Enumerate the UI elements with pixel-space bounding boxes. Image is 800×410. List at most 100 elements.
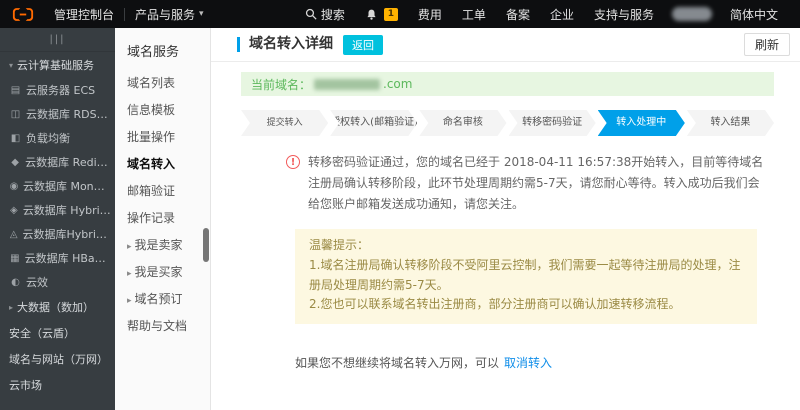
menu-item-label: 信息模板	[127, 103, 176, 117]
sidebar-item[interactable]: 安全（云盾）	[0, 320, 115, 346]
sidebar-item[interactable]: ▾ 云计算基础服务	[0, 52, 115, 78]
sidebar-item-label: 云服务器 ECS	[26, 84, 96, 97]
caret-icon: ▸	[127, 242, 132, 252]
search-button[interactable]: 搜索	[295, 0, 355, 28]
menu-item[interactable]: ▸ 域名预订	[115, 286, 210, 313]
topbar-right: 搜索 1 费用 工单 备案 企业 支持与服务 简体中文	[295, 0, 800, 28]
cancel-row: 如果您不想继续将域名转入万网，可以 取消转入	[295, 354, 800, 371]
topbar-left: 管理控制台 产品与服务 ▾	[0, 0, 214, 28]
topbar-nav-item[interactable]: 备案	[496, 0, 540, 28]
products-menu[interactable]: 产品与服务 ▾	[125, 0, 214, 28]
tip-title: 温馨提示：	[309, 238, 370, 252]
menu-item[interactable]: 域名列表	[115, 70, 210, 97]
sidebar-item[interactable]: ◉云数据库 MongoDB 版	[0, 174, 115, 198]
progress-step: 转入结果	[687, 110, 774, 136]
aliyun-logo-icon[interactable]	[0, 7, 44, 22]
product-icon: ◫	[10, 108, 21, 120]
menu-item-label: 帮助与文档	[127, 319, 188, 333]
sidebar-item[interactable]: ▸ 大数据（数加）	[0, 294, 115, 320]
menu-item-label: 我是买家	[134, 265, 183, 279]
menu-item[interactable]: 信息模板	[115, 97, 210, 124]
chevron-down-icon: ▾	[199, 9, 204, 19]
product-icon: ◬	[9, 228, 18, 240]
sidebar-collapse-handle[interactable]: |||	[0, 28, 115, 52]
progress-step: 转移密码验证	[509, 110, 596, 136]
notifications-button[interactable]: 1	[355, 0, 408, 28]
sidebar-item-label: 云数据库HybridDB fo...	[22, 228, 111, 241]
domain-suffix: .com	[383, 77, 413, 91]
menu-item-label: 批量操作	[127, 130, 176, 144]
menu-scrollbar-thumb[interactable]	[203, 228, 209, 262]
sidebar-item-label: 云数据库 MongoDB 版	[22, 180, 111, 193]
menu-item-label: 域名列表	[127, 76, 176, 90]
menu-title: 域名服务	[127, 45, 180, 60]
products-menu-label: 产品与服务	[135, 7, 196, 22]
menu-item-label: 邮箱验证	[127, 184, 176, 198]
product-icon: ◆	[11, 156, 19, 168]
product-icon: ▤	[10, 84, 21, 96]
sidebar-item[interactable]: ◆ 云数据库 Redis 版	[0, 150, 115, 174]
progress-step: 授权转入(邮箱验证)	[330, 110, 417, 136]
menu-item-label: 域名预订	[134, 292, 183, 306]
avatar[interactable]	[671, 7, 712, 21]
sidebar-item[interactable]: ◬ 云数据库HybridDB fo...	[0, 222, 115, 246]
product-icon: ◉	[9, 180, 19, 192]
sidebar-item[interactable]: ▤ 云服务器 ECS	[0, 78, 115, 102]
sidebar-item[interactable]: ◐ 云效	[0, 270, 115, 294]
sidebar-item[interactable]: ◈ 云数据库 HybridDB f...	[0, 198, 115, 222]
product-icon: ▦	[10, 252, 20, 264]
sidebar-item-label: 云数据库 HBase 版	[24, 252, 111, 265]
menu-item[interactable]: 邮箱验证	[115, 178, 210, 205]
topbar-nav-item[interactable]: 支持与服务	[584, 0, 664, 28]
back-button[interactable]: 返回	[343, 34, 383, 55]
language-switcher[interactable]: 简体中文	[720, 0, 788, 28]
sidebar-item[interactable]: ◧ 负载均衡	[0, 126, 115, 150]
page-title: 域名转入详细	[237, 37, 333, 52]
topbar-nav-item[interactable]: 工单	[452, 0, 496, 28]
progress-step-label: 转入结果	[710, 117, 751, 128]
sidebar-item[interactable]: 域名与网站（万网）	[0, 346, 115, 372]
sidebar-item-label: 云数据库 Redis 版	[25, 156, 111, 169]
product-sidebar: ||| ▾ 云计算基础服务 ▤ 云服务器 ECS ◫ 云数据库 RDS 版 ◧ 负载均衡 ◆ 云数…	[0, 28, 115, 410]
refresh-button[interactable]: 刷新	[743, 33, 790, 56]
main-content: 域名转入详细 返回 刷新 当前域名： .com 提交转入 授权转入(邮箱验证) 命名…	[211, 28, 800, 410]
menu-item[interactable]: 域名转入	[115, 151, 210, 178]
progress-step: 转入处理中	[598, 110, 685, 136]
caret-icon: ▾	[9, 60, 14, 70]
sidebar-item[interactable]: ▦ 云数据库 HBase 版	[0, 246, 115, 270]
caret-icon: ▸	[127, 296, 132, 306]
sidebar-item-label: 云数据库 RDS 版	[25, 108, 111, 121]
domain-redacted	[314, 78, 381, 90]
sidebar-item-label: 云效	[26, 276, 48, 289]
console-home-link[interactable]: 管理控制台	[44, 0, 124, 28]
menu-item-label: 操作记录	[127, 211, 176, 225]
menu-item[interactable]: 操作记录	[115, 205, 210, 232]
sidebar-item-label: 云市场	[9, 379, 42, 392]
menu-item-label: 我是卖家	[134, 238, 183, 252]
search-icon	[305, 8, 317, 20]
menu-item[interactable]: 批量操作	[115, 124, 210, 151]
progress-step-label: 转入处理中	[616, 117, 667, 128]
warning-text: 转移密码验证通过，您的域名已经于 2018-04-11 16:57:38开始转入…	[308, 155, 764, 211]
sidebar-item-label: 安全（云盾）	[9, 327, 75, 340]
tip-line: 1.域名注册局确认转移阶段不受阿里云控制，我们需要一起等待注册局的处理，注册局处…	[309, 257, 741, 292]
product-icon: ◈	[10, 204, 18, 216]
menu-item[interactable]: ▸ 我是卖家	[115, 232, 210, 259]
topbar-nav-item[interactable]: 费用	[408, 0, 452, 28]
sidebar-item[interactable]: 云市场	[0, 372, 115, 398]
cancel-transfer-link[interactable]: 取消转入	[504, 356, 552, 370]
sidebar-item-label: 云数据库 HybridDB f...	[22, 204, 111, 217]
sidebar-item-label: 云计算基础服务	[17, 59, 95, 72]
menu-item[interactable]: ▸ 我是买家	[115, 259, 210, 286]
menu-item-label: 域名转入	[127, 157, 176, 171]
sidebar-item-label: 大数据（数加）	[17, 301, 95, 314]
topbar-nav-item[interactable]: 企业	[540, 0, 584, 28]
menu-item[interactable]: 帮助与文档	[115, 313, 210, 340]
progress-step-label: 转移密码验证	[522, 117, 583, 128]
sidebar-item[interactable]: ◫ 云数据库 RDS 版	[0, 102, 115, 126]
sidebar-item-label: 负载均衡	[26, 132, 70, 145]
transfer-progress-steps: 提交转入 授权转入(邮箱验证) 命名审核 转移密码验证 转入处理中 转入结果	[241, 110, 774, 136]
current-domain-bar: 当前域名： .com	[241, 72, 774, 96]
search-label: 搜索	[320, 7, 345, 22]
caret-icon: ▸	[127, 269, 132, 279]
